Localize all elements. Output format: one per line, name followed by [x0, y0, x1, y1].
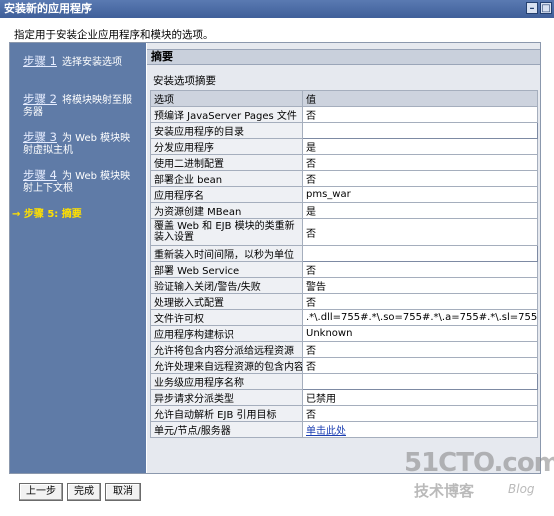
value-cell: 否: [302, 405, 538, 422]
value-cell: 否: [302, 341, 538, 358]
option-cell: 部署企业 bean: [150, 170, 303, 187]
value-cell: 否: [302, 357, 538, 374]
table-row: 重新装入时间间隔，以秒为单位: [150, 245, 538, 262]
value-cell: 已禁用: [302, 389, 538, 406]
window-titlebar: 安装新的应用程序 – □: [0, 0, 554, 18]
maximize-icon[interactable]: □: [540, 2, 552, 14]
section-header: 摘要: [147, 49, 540, 65]
click-here-link[interactable]: 单击此处: [306, 426, 346, 437]
step-2-link[interactable]: 步骤 2 将模块映射至服务器: [23, 93, 133, 119]
minimize-icon[interactable]: –: [526, 2, 538, 14]
table-row: 为资源创建 MBean 是: [150, 202, 538, 219]
option-cell: 文件许可权: [150, 309, 303, 326]
value-cell: pms_war: [302, 186, 538, 203]
option-cell: 重新装入时间间隔，以秒为单位: [150, 245, 303, 262]
step-1-link[interactable]: 步骤 1 选择安装选项: [23, 55, 133, 69]
option-cell: 应用程序构建标识: [150, 325, 303, 342]
step-4-link[interactable]: 步骤 4为 Web 模块映射上下文根: [23, 169, 133, 195]
value-cell: [302, 373, 538, 390]
value-cell: 否: [302, 293, 538, 310]
table-row: 使用二进制配置 否: [150, 154, 538, 171]
options-table: 选项 值 预编译 JavaServer Pages 文件 否 安装应用程序的目录…: [150, 90, 538, 438]
option-cell: 允许将包含内容分派给远程资源: [150, 341, 303, 358]
option-cell: 业务级应用程序名称: [150, 373, 303, 390]
value-cell: 是: [302, 138, 538, 155]
table-row: 安装应用程序的目录: [150, 122, 538, 139]
table-row: 应用程序构建标识 Unknown: [150, 325, 538, 342]
table-row: 文件许可权 .*\.dll=755#.*\.so=755#.*\.a=755#.…: [150, 309, 538, 326]
table-row: 部署 Web Service 否: [150, 261, 538, 278]
option-cell: 应用程序名: [150, 186, 303, 203]
option-cell: 使用二进制配置: [150, 154, 303, 171]
table-row: 应用程序名 pms_war: [150, 186, 538, 203]
step-number[interactable]: 步骤 4: [23, 168, 57, 182]
step-number[interactable]: 步骤 2: [23, 92, 57, 106]
step-label: 选择安装选项: [61, 57, 122, 68]
previous-button[interactable]: 上一步: [19, 483, 63, 501]
option-cell: 为资源创建 MBean: [150, 202, 303, 219]
value-cell: 否: [302, 154, 538, 171]
option-cell: 单元/节点/服务器: [150, 421, 303, 438]
button-bar: 上一步 完成 取消: [9, 474, 541, 506]
option-cell: 覆盖 Web 和 EJB 模块的类重新装入设置: [150, 218, 303, 246]
option-cell: 处理嵌入式配置: [150, 293, 303, 310]
table-header-row: 选项 值: [150, 90, 538, 107]
table-row: 预编译 JavaServer Pages 文件 否: [150, 106, 538, 123]
option-cell: 允许处理来自远程资源的包含内容: [150, 357, 303, 374]
value-cell: 是: [302, 202, 538, 219]
value-cell: 警告: [302, 277, 538, 294]
value-cell: Unknown: [302, 325, 538, 342]
summary-title: 安装选项摘要: [153, 75, 216, 87]
value-cell: [302, 245, 538, 262]
option-cell: 安装应用程序的目录: [150, 122, 303, 139]
table-row: 部署企业 bean 否: [150, 170, 538, 187]
value-cell: .*\.dll=755#.*\.so=755#.*\.a=755#.*\.sl=…: [302, 309, 538, 326]
table-row: 验证输入关闭/警告/失败 警告: [150, 277, 538, 294]
option-cell: 验证输入关闭/警告/失败: [150, 277, 303, 294]
value-cell: 否: [302, 261, 538, 278]
option-cell: 部署 Web Service: [150, 261, 303, 278]
table-row: 业务级应用程序名称: [150, 373, 538, 390]
table-row: 允许将包含内容分派给远程资源 否: [150, 341, 538, 358]
window-title: 安装新的应用程序: [4, 2, 92, 15]
option-cell: 异步请求分派类型: [150, 389, 303, 406]
table-row: 异步请求分派类型 已禁用: [150, 389, 538, 406]
table-row: 单元/节点/服务器 单击此处: [150, 421, 538, 438]
column-header-value: 值: [302, 90, 538, 107]
option-cell: 允许自动解析 EJB 引用目标: [150, 405, 303, 422]
value-cell: 否: [302, 218, 538, 246]
option-cell: 预编译 JavaServer Pages 文件: [150, 106, 303, 123]
table-row: 处理嵌入式配置 否: [150, 293, 538, 310]
finish-button[interactable]: 完成: [67, 483, 101, 501]
option-cell: 分发应用程序: [150, 138, 303, 155]
table-row: 分发应用程序 是: [150, 138, 538, 155]
value-cell: 否: [302, 170, 538, 187]
current-step: → 步骤 5: 摘要: [12, 209, 82, 220]
cancel-button[interactable]: 取消: [105, 483, 141, 501]
step-number[interactable]: 步骤 3: [23, 130, 57, 144]
value-cell: 单击此处: [302, 421, 538, 438]
table-row: 允许自动解析 EJB 引用目标 否: [150, 405, 538, 422]
value-cell: [302, 122, 538, 139]
column-header-option: 选项: [150, 90, 303, 107]
step-3-link[interactable]: 步骤 3为 Web 模块映射虚拟主机: [23, 131, 133, 157]
intro-text: 指定用于安装企业应用程序和模块的选项。: [14, 29, 214, 41]
value-cell: 否: [302, 106, 538, 123]
table-row: 允许处理来自远程资源的包含内容 否: [150, 357, 538, 374]
table-row: 覆盖 Web 和 EJB 模块的类重新装入设置 否: [150, 218, 538, 246]
step-number[interactable]: 步骤 1: [23, 54, 57, 68]
